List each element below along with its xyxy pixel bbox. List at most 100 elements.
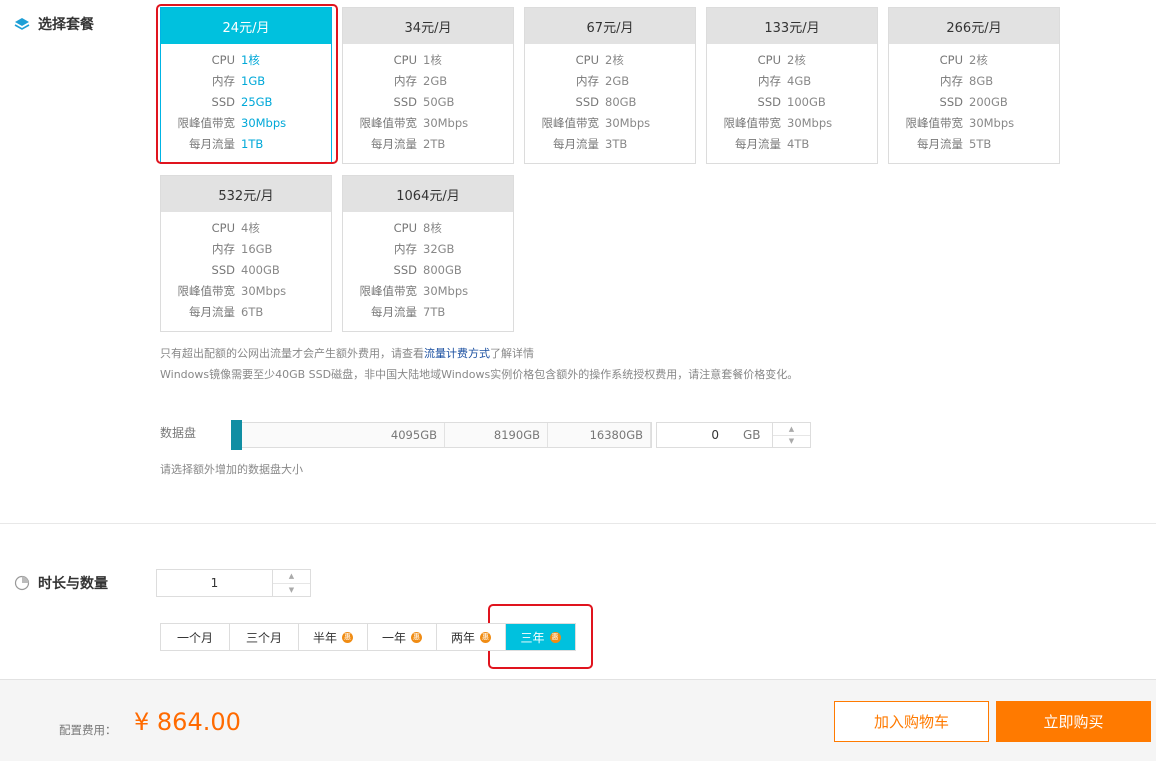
spec-value: 800GB — [423, 262, 462, 277]
plan-spec-row: SSD 50GB — [343, 91, 513, 112]
plan-spec-row: 限峰值带宽 30Mbps — [343, 280, 513, 301]
duration-label: 半年 — [312, 630, 337, 645]
spec-label: 内存 — [212, 73, 235, 88]
slider-handle[interactable] — [231, 420, 242, 450]
data-disk-stepper[interactable]: ▲ ▼ — [772, 423, 810, 447]
spec-value: 30Mbps — [241, 115, 287, 130]
spec-value: 1GB — [241, 73, 266, 88]
spec-label: 内存 — [940, 73, 963, 88]
spec-value: 30Mbps — [423, 283, 469, 298]
spec-value: 5TB — [969, 136, 992, 151]
traffic-note-suffix: 了解详情 — [490, 347, 534, 360]
spec-value: 2TB — [423, 136, 446, 151]
spec-label: 每月流量 — [371, 136, 417, 151]
data-disk-label: 数据盘 — [160, 426, 197, 440]
plan-spec-row: 限峰值带宽 30Mbps — [707, 112, 877, 133]
plan-card[interactable]: 266元/月 CPU 2核 内存 8GB SSD 200GB 限峰值带宽 30Mbps 每月流量 5… — [888, 7, 1060, 164]
plan-spec-row: 内存 8GB — [889, 70, 1059, 91]
increment-icon[interactable]: ▲ — [773, 423, 810, 435]
plan-spec-row: 限峰值带宽 30Mbps — [889, 112, 1059, 133]
spec-label: 限峰值带宽 — [541, 115, 600, 130]
spec-label: SSD — [393, 262, 417, 277]
duration-option[interactable]: 半年惠 — [299, 624, 368, 650]
plan-spec-row: 内存 2GB — [525, 70, 695, 91]
plan-card[interactable]: 24元/月 CPU 1核 内存 1GB SSD 25GB 限峰值带宽 30Mbps 每月流量 1TB — [160, 7, 332, 164]
spec-label: 内存 — [394, 73, 417, 88]
duration-section-title: 时长与数量 — [14, 573, 108, 593]
slider-tick: 4095GB — [233, 423, 445, 447]
plan-card[interactable]: 34元/月 CPU 1核 内存 2GB SSD 50GB 限峰值带宽 30Mbps 每月流量 2TB — [342, 7, 514, 164]
spec-value: 4GB — [787, 73, 812, 88]
duration-option[interactable]: 三年惠 — [506, 624, 575, 650]
spec-value: 2核 — [969, 52, 988, 67]
plan-price: 24元/月 — [161, 8, 331, 44]
spec-label: SSD — [939, 94, 963, 109]
plan-price: 133元/月 — [707, 8, 877, 44]
spec-value: 400GB — [241, 262, 280, 277]
slider-tick: 8190GB — [445, 423, 548, 447]
spec-value: 100GB — [787, 94, 826, 109]
spec-label: 每月流量 — [189, 136, 235, 151]
spec-label: SSD — [393, 94, 417, 109]
spec-value: 3TB — [605, 136, 628, 151]
plan-spec-row: CPU 8核 — [343, 217, 513, 238]
discount-badge-icon: 惠 — [342, 631, 353, 643]
plan-spec-row: SSD 80GB — [525, 91, 695, 112]
plan-card[interactable]: 67元/月 CPU 2核 内存 2GB SSD 80GB 限峰值带宽 30Mbps 每月流量 3TB — [524, 7, 696, 164]
spec-value: 30Mbps — [787, 115, 833, 130]
plan-spec-row: 每月流量 3TB — [525, 133, 695, 154]
plan-card[interactable]: 532元/月 CPU 4核 内存 16GB SSD 400GB 限峰值带宽 30Mbps 每月流量… — [160, 175, 332, 332]
plan-spec-row: 每月流量 4TB — [707, 133, 877, 154]
pie-clock-icon — [14, 575, 30, 591]
spec-label: 限峰值带宽 — [177, 115, 236, 130]
plan-spec-row: 每月流量 6TB — [161, 301, 331, 322]
spec-value: 30Mbps — [423, 115, 469, 130]
slider-tick: 16380GB — [548, 423, 651, 447]
plan-spec-row: 每月流量 1TB — [161, 133, 331, 154]
data-disk-input[interactable]: 0 GB ▲ ▼ — [656, 422, 811, 448]
traffic-billing-link[interactable]: 流量计费方式 — [424, 347, 490, 360]
fee-amount: ¥ 864.00 — [134, 708, 241, 736]
add-to-cart-button[interactable]: 加入购物车 — [834, 701, 989, 742]
spec-label: 每月流量 — [189, 304, 235, 319]
plan-spec-row: CPU 2核 — [707, 49, 877, 70]
plan-card[interactable]: 1064元/月 CPU 8核 内存 32GB SSD 800GB 限峰值带宽 30Mbps 每月流… — [342, 175, 514, 332]
plan-spec-row: 限峰值带宽 30Mbps — [525, 112, 695, 133]
increment-icon[interactable]: ▲ — [273, 570, 310, 583]
plan-spec-row: 内存 16GB — [161, 238, 331, 259]
spec-label: SSD — [757, 94, 781, 109]
decrement-icon[interactable]: ▼ — [773, 434, 810, 448]
section-divider — [0, 523, 1156, 524]
data-disk-slider[interactable]: 4095GB 8190GB 16380GB — [231, 420, 652, 450]
spec-value: 6TB — [241, 304, 264, 319]
spec-value: 8GB — [969, 73, 994, 88]
plan-card[interactable]: 133元/月 CPU 2核 内存 4GB SSD 100GB 限峰值带宽 30Mbps 每月流量 4… — [706, 7, 878, 164]
duration-option[interactable]: 一个月 — [161, 624, 230, 650]
spec-value: 80GB — [605, 94, 637, 109]
spec-label: CPU — [211, 220, 235, 235]
spec-value: 50GB — [423, 94, 455, 109]
spec-label: CPU — [939, 52, 963, 67]
duration-option[interactable]: 两年惠 — [437, 624, 506, 650]
plan-spec-row: 内存 2GB — [343, 70, 513, 91]
quantity-arrows[interactable]: ▲ ▼ — [272, 570, 310, 596]
spec-value: 200GB — [969, 94, 1008, 109]
data-disk-value[interactable]: 0 — [657, 428, 719, 442]
duration-option[interactable]: 三个月 — [230, 624, 299, 650]
plan-spec-row: 每月流量 5TB — [889, 133, 1059, 154]
plan-spec-row: CPU 2核 — [525, 49, 695, 70]
spec-label: 每月流量 — [917, 136, 963, 151]
plan-price: 67元/月 — [525, 8, 695, 44]
spec-label: CPU — [393, 220, 417, 235]
spec-value: 2核 — [605, 52, 624, 67]
duration-option[interactable]: 一年惠 — [368, 624, 437, 650]
buy-now-button[interactable]: 立即购买 — [996, 701, 1151, 742]
quantity-value[interactable]: 1 — [157, 576, 272, 590]
spec-label: 内存 — [394, 241, 417, 256]
plan-spec-row: 限峰值带宽 30Mbps — [343, 112, 513, 133]
spec-label: 限峰值带宽 — [905, 115, 964, 130]
decrement-icon[interactable]: ▼ — [273, 582, 310, 597]
discount-badge-icon: 惠 — [549, 631, 561, 643]
plan-spec-row: 限峰值带宽 30Mbps — [161, 280, 331, 301]
quantity-stepper[interactable]: 1 ▲ ▼ — [156, 569, 311, 597]
